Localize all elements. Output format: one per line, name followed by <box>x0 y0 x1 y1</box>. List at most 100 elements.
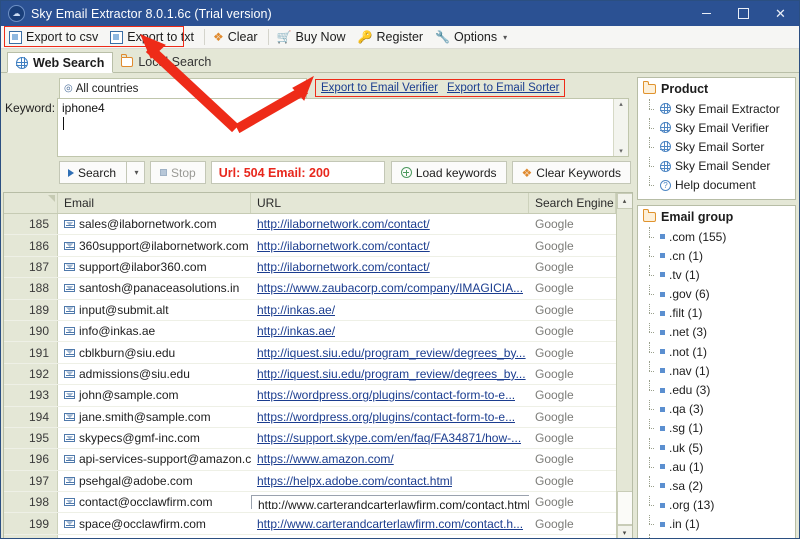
tab-web-search[interactable]: Web Search <box>7 52 114 73</box>
cell-email[interactable]: john@sample.com <box>58 388 251 402</box>
search-button[interactable]: Search <box>59 161 127 184</box>
email-group-list-item[interactable]: .cn (1) <box>642 246 793 265</box>
cell-url[interactable]: https://www.amazon.com/ <box>251 452 529 466</box>
table-row[interactable]: 192 admissions@siu.edu http://iquest.siu.e… <box>4 363 616 386</box>
cell-url[interactable]: http://iquest.siu.edu/program_review/deg… <box>251 367 529 381</box>
email-group-list-item[interactable]: .com (155) <box>642 226 793 246</box>
table-row[interactable]: 188 santosh@panaceasolutions.in https://ww… <box>4 278 616 300</box>
email-group-list-item[interactable]: .gov (6) <box>642 284 793 304</box>
email-group-list-item[interactable]: .au (1) <box>642 457 793 476</box>
email-group-list-item[interactable]: .in (1) <box>642 514 793 534</box>
product-list-item[interactable]: Sky Email Extractor <box>642 99 793 118</box>
table-row[interactable]: 186 360support@ilabornetwork.com http://il… <box>4 235 616 257</box>
cell-url[interactable]: https://www.zaubacorp.com/company/IMAGIC… <box>251 281 529 295</box>
cell-url[interactable]: https://support.skype.com/en/faq/FA34871… <box>251 431 529 445</box>
table-row[interactable]: 187 support@ilabor360.com http://ilabornet… <box>4 256 616 279</box>
email-group-list-item[interactable]: .filt (1) <box>642 303 793 323</box>
country-select[interactable]: ◎ All countries ▾ <box>59 78 307 98</box>
table-scrollbar[interactable]: ▴ ▾ <box>616 193 633 538</box>
table-row[interactable]: 194 jane.smith@sample.com https://wordpres… <box>4 406 616 428</box>
column-header-email[interactable]: Email <box>58 193 251 213</box>
export-to-csv-button[interactable]: Export to csv <box>4 28 105 46</box>
column-header-index[interactable] <box>4 193 58 213</box>
cell-url[interactable]: http://ilabornetwork.com/contact/ <box>251 260 529 274</box>
email-group-list-item[interactable]: .alt (1) <box>642 533 793 538</box>
buy-now-button[interactable]: 🛒 Buy Now <box>272 28 353 46</box>
export-to-email-verifier-link[interactable]: Export to Email Verifier <box>321 82 438 94</box>
options-button[interactable]: 🔧 Options ▾ <box>430 28 514 46</box>
cell-email[interactable]: skypecs@gmf-inc.com <box>58 431 251 445</box>
product-list-item[interactable]: Sky Email Sender <box>642 156 793 176</box>
email-group-list-item[interactable]: .sg (1) <box>642 418 793 438</box>
table-row[interactable]: 196 api-services-support@amazon.c... https… <box>4 449 616 471</box>
cell-email[interactable]: support@ilabor360.com <box>58 260 251 274</box>
stop-button[interactable]: Stop <box>150 161 206 184</box>
table-row[interactable]: 191 cblkburn@siu.edu http://iquest.siu.edu… <box>4 342 616 364</box>
column-header-url[interactable]: URL <box>251 193 529 213</box>
email-group-list-item[interactable]: .qa (3) <box>642 399 793 419</box>
cell-email[interactable]: admissions@siu.edu <box>58 367 251 381</box>
table-row[interactable]: 200username@example.comhttp://www.udwa.o… <box>4 534 616 538</box>
cell-email[interactable]: info@inkas.ae <box>58 324 251 338</box>
email-group-list-item[interactable]: .net (3) <box>642 322 793 342</box>
email-group-list-item[interactable]: .not (1) <box>642 342 793 361</box>
cell-url[interactable]: http://www.carterandcarterlawfirm.com/co… <box>251 495 529 510</box>
email-group-list-item[interactable]: .edu (3) <box>642 380 793 399</box>
email-group-list-item[interactable]: .org (13) <box>642 495 793 515</box>
table-row[interactable]: 197 psehgal@adobe.com https://helpx.adobe.… <box>4 470 616 493</box>
email-group-list-item[interactable]: .tv (1) <box>642 265 793 284</box>
register-label: Register <box>376 30 424 44</box>
scroll-down-button[interactable]: ▾ <box>616 525 632 538</box>
cell-url[interactable]: http://www.carterandcarterlawfirm.com/co… <box>251 517 529 531</box>
search-dropdown-button[interactable]: ▾ <box>126 161 146 184</box>
cell-url[interactable]: http://ilabornetwork.com/contact/ <box>251 239 529 253</box>
clear-keywords-button[interactable]: ❖ Clear Keywords <box>511 161 631 184</box>
minimize-button[interactable] <box>688 1 725 26</box>
cell-url[interactable]: http://ilabornetwork.com/contact/ <box>251 217 529 231</box>
table-row[interactable]: 193 john@sample.com https://wordpress.org/… <box>4 385 616 407</box>
column-header-search-engine[interactable]: Search Engine <box>529 193 616 213</box>
keyword-scrollbar[interactable]: ▴ ▾ <box>613 99 628 156</box>
register-button[interactable]: 🔑 Register <box>353 28 431 46</box>
scroll-up-button[interactable]: ▴ <box>616 193 632 209</box>
close-button[interactable]: ✕ <box>762 1 799 26</box>
product-list-item[interactable]: Sky Email Verifier <box>642 118 793 137</box>
email-group-list-item[interactable]: .sa (2) <box>642 476 793 495</box>
cell-email[interactable]: 360support@ilabornetwork.com <box>58 239 251 253</box>
cell-email[interactable]: psehgal@adobe.com <box>58 474 251 488</box>
scrollbar-track[interactable] <box>617 209 633 491</box>
load-keywords-button[interactable]: Load keywords <box>390 161 507 184</box>
row-index: 188 <box>4 278 58 299</box>
maximize-button[interactable] <box>725 1 762 26</box>
table-row[interactable]: 190 info@inkas.ae http://inkas.ae/Google <box>4 320 616 343</box>
table-row[interactable]: 195 skypecs@gmf-inc.com https://support.sk… <box>4 427 616 450</box>
cell-email[interactable]: sales@ilabornetwork.com <box>58 217 251 231</box>
cell-url[interactable]: http://inkas.ae/ <box>251 303 529 317</box>
table-row[interactable]: 185 sales@ilabornetwork.com http://ilaborn… <box>4 214 616 236</box>
keyword-input[interactable]: iphone4 ▴ ▾ <box>57 98 629 157</box>
cell-email[interactable]: contact@occlawfirm.com <box>58 495 251 509</box>
cell-email[interactable]: input@submit.alt <box>58 303 251 317</box>
email-group-list-item[interactable]: .nav (1) <box>642 361 793 380</box>
cell-email[interactable]: jane.smith@sample.com <box>58 410 251 424</box>
table-row[interactable]: 198 contact@occlawfirm.com http://www.cart… <box>4 492 616 514</box>
table-row[interactable]: 189 input@submit.alt http://inkas.ae/Googl… <box>4 299 616 321</box>
cell-email[interactable]: santosh@panaceasolutions.in <box>58 281 251 295</box>
cell-email[interactable]: cblkburn@siu.edu <box>58 346 251 360</box>
cell-email[interactable]: space@occlawfirm.com <box>58 517 251 531</box>
email-group-list-item[interactable]: .uk (5) <box>642 438 793 457</box>
export-to-email-sorter-link[interactable]: Export to Email Sorter <box>447 82 559 94</box>
cell-url[interactable]: https://wordpress.org/plugins/contact-fo… <box>251 410 529 424</box>
cell-url[interactable]: http://iquest.siu.edu/program_review/deg… <box>251 346 529 360</box>
export-to-txt-button[interactable]: Export to txt <box>105 28 201 46</box>
scrollbar-thumb[interactable] <box>616 491 632 525</box>
table-row[interactable]: 199 space@occlawfirm.com http://www.carter… <box>4 513 616 535</box>
tab-local-search[interactable]: Local Search <box>113 51 219 72</box>
cell-url[interactable]: https://helpx.adobe.com/contact.html <box>251 474 529 488</box>
cell-url[interactable]: http://inkas.ae/ <box>251 324 529 338</box>
cell-url[interactable]: https://wordpress.org/plugins/contact-fo… <box>251 388 529 402</box>
product-list-item[interactable]: ? Help document <box>642 175 793 195</box>
product-list-item[interactable]: Sky Email Sorter <box>642 137 793 156</box>
clear-button[interactable]: ❖ Clear <box>208 28 265 46</box>
cell-email[interactable]: api-services-support@amazon.c... <box>58 452 251 466</box>
